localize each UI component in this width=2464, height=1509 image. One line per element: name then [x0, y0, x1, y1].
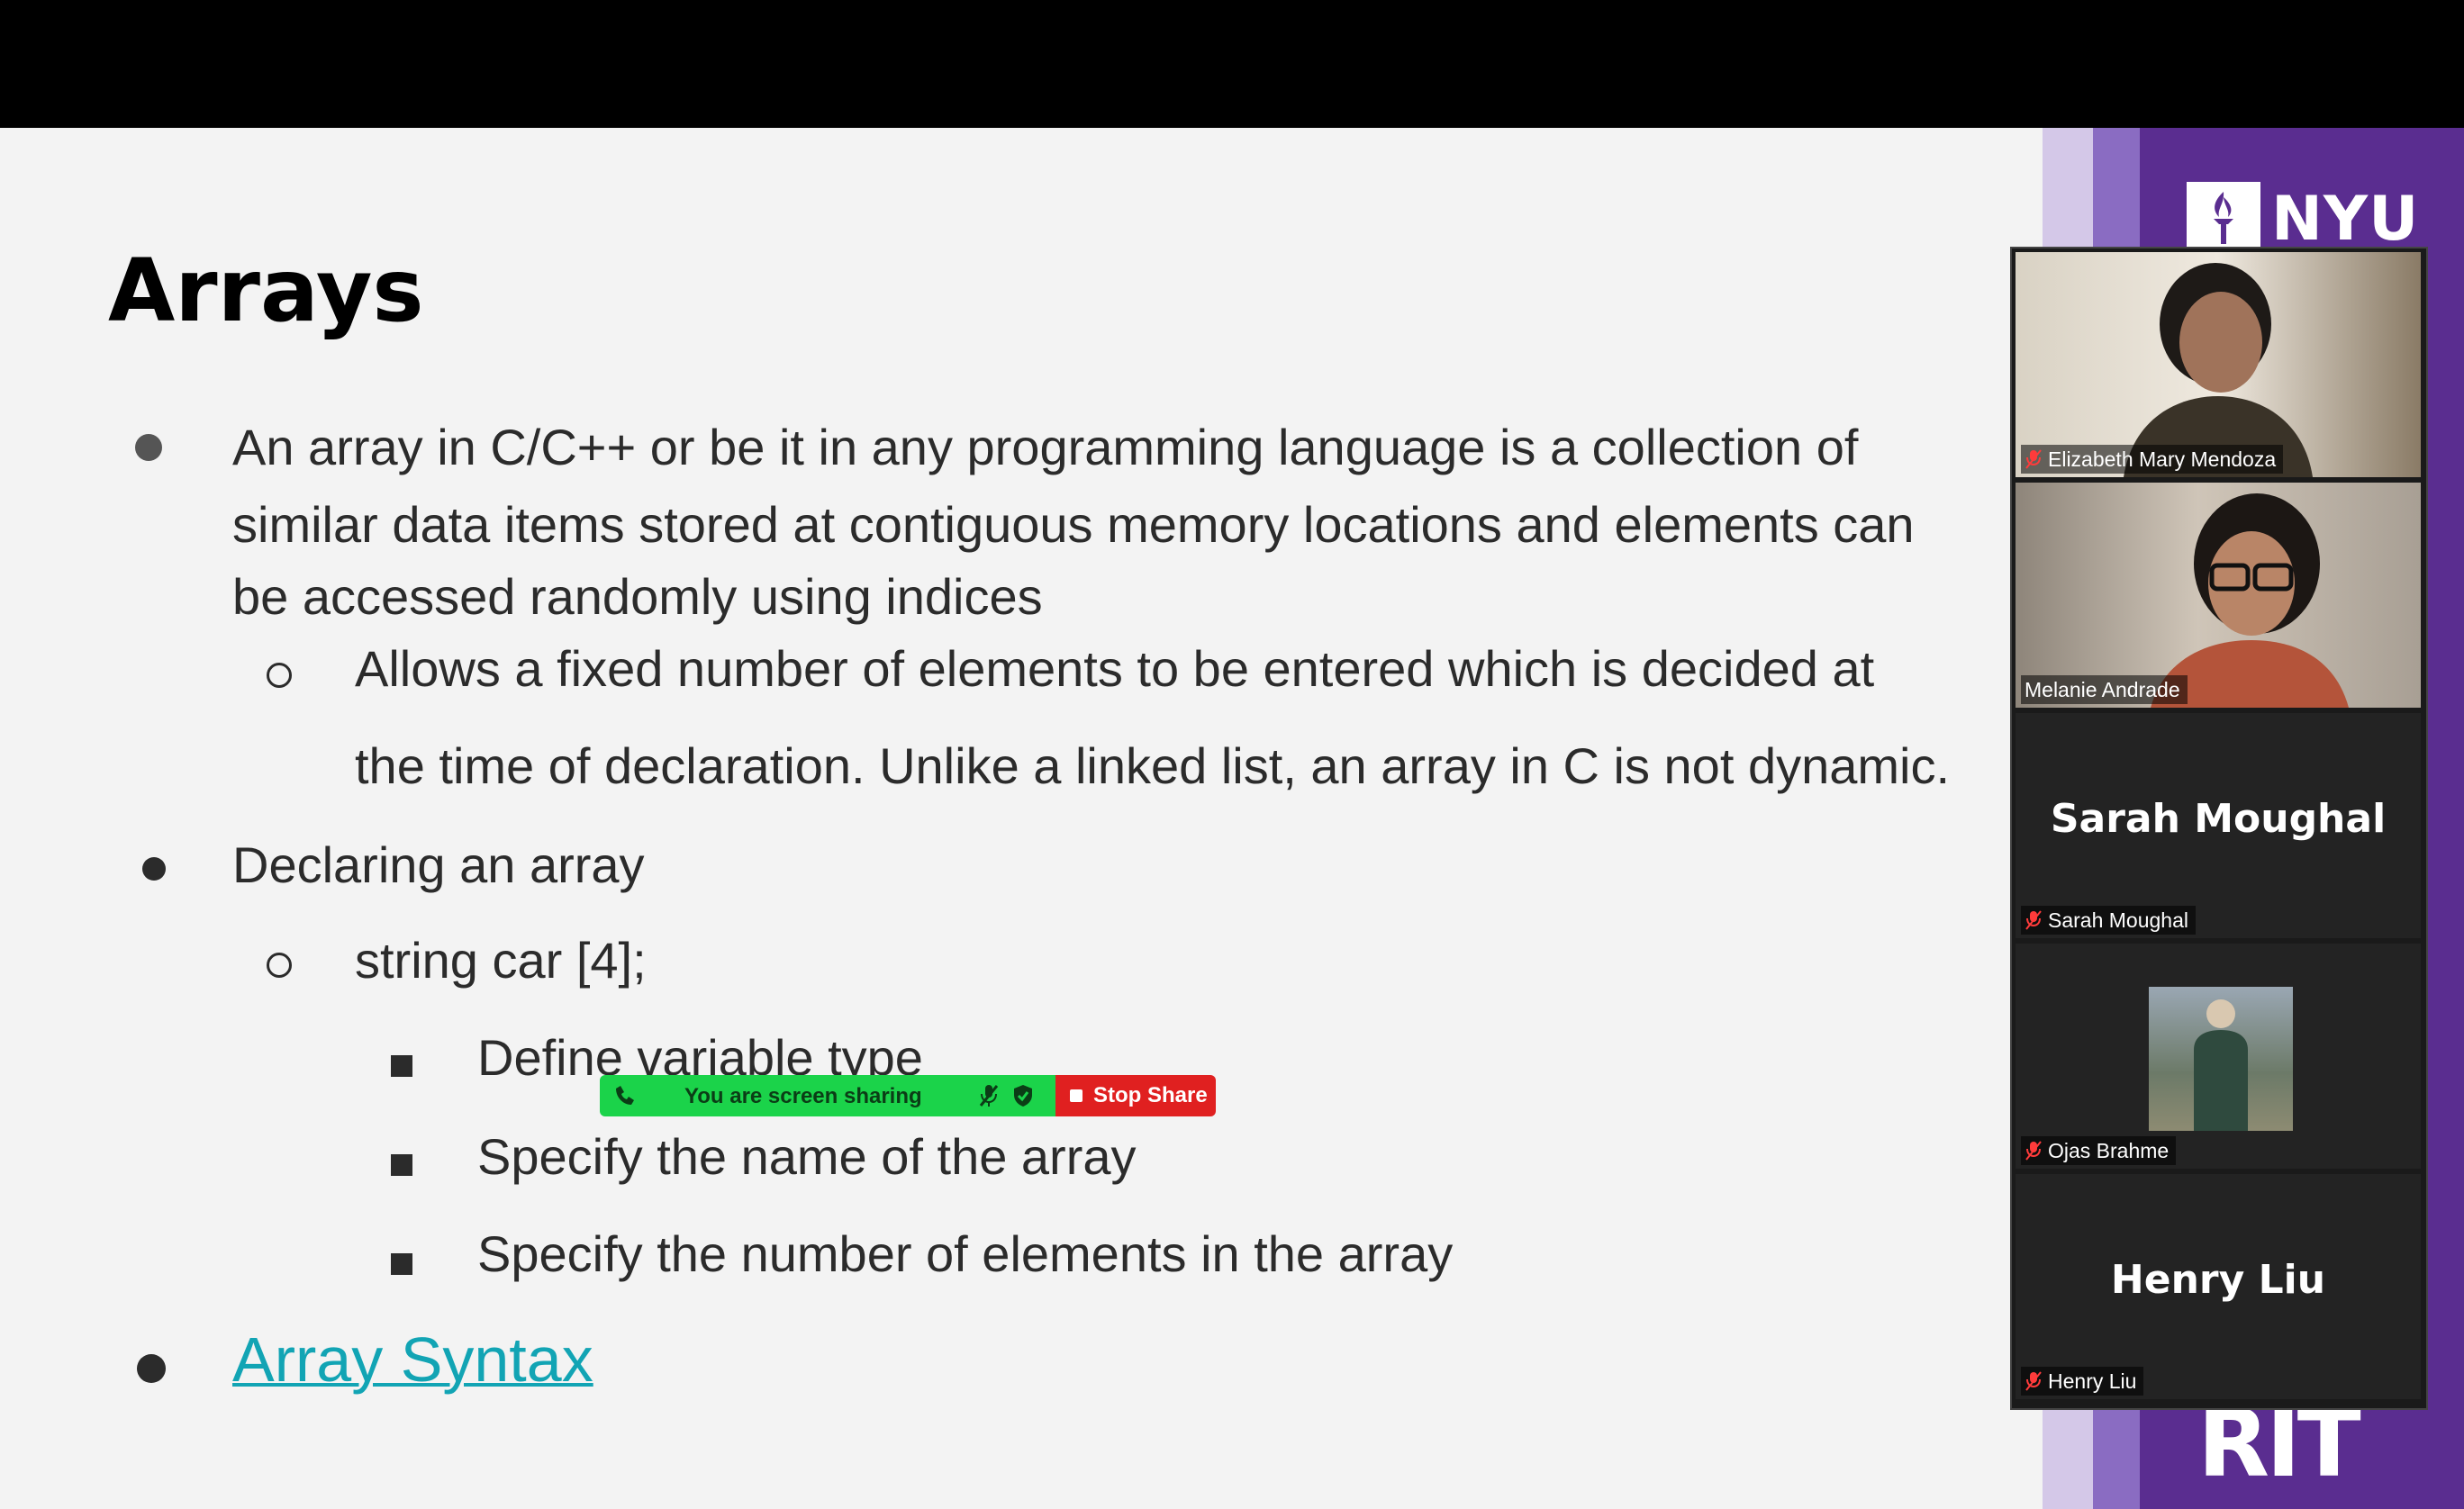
- stop-share-button[interactable]: Stop Share: [1055, 1075, 1216, 1116]
- shield-icon[interactable]: [1012, 1083, 1034, 1113]
- participant-name-tag: Melanie Andrade: [2021, 675, 2188, 704]
- phone-icon: [612, 1083, 636, 1113]
- nyu-logo: NYU: [2187, 182, 2419, 256]
- participant-tile[interactable]: Henry Liu Henry Liu: [2016, 1174, 2421, 1399]
- sub1-line1: Allows a fixed number of elements to be …: [355, 640, 1875, 697]
- participant-video: [2016, 252, 2421, 477]
- participant-name: Sarah Moughal: [2048, 908, 2188, 932]
- bullet-square: [391, 1253, 412, 1275]
- sub1-line2: the time of declaration. Unlike a linked…: [355, 737, 1951, 794]
- bullet-square: [391, 1154, 412, 1176]
- participant-name: Melanie Andrade: [2025, 677, 2180, 701]
- participant-video: [2016, 483, 2421, 708]
- screen-share-bar: You are screen sharing Stop Share: [600, 1075, 1216, 1116]
- share-status-area[interactable]: You are screen sharing: [600, 1075, 1055, 1116]
- muted-mic-icon: [2025, 449, 2042, 469]
- participant-name-tag: Henry Liu: [2021, 1367, 2144, 1396]
- share-status-text: You are screen sharing: [684, 1084, 922, 1108]
- subsub-item-3: Specify the number of elements in the ar…: [477, 1225, 1454, 1282]
- nyu-torch-icon: [2187, 182, 2260, 256]
- muted-mic-icon: [2025, 910, 2042, 930]
- participant-tile-active-speaker[interactable]: Melanie Andrade: [2016, 483, 2421, 708]
- subsub-item-2: Specify the name of the array: [477, 1128, 1137, 1185]
- participant-big-name: Henry Liu: [2110, 1257, 2326, 1303]
- participant-name-tag: Elizabeth Mary Mendoza: [2021, 445, 2284, 474]
- participant-tile[interactable]: Sarah Moughal Sarah Moughal: [2016, 713, 2421, 938]
- array-syntax-link[interactable]: Array Syntax: [232, 1324, 593, 1396]
- participant-name: Elizabeth Mary Mendoza: [2048, 447, 2277, 471]
- stop-icon: [1070, 1089, 1083, 1102]
- bullet-circle: [267, 663, 292, 688]
- muted-mic-icon[interactable]: [978, 1083, 1000, 1113]
- bullet-dot: [135, 434, 162, 461]
- sub2-text: string car [4];: [355, 932, 647, 989]
- bullet-dot: [137, 1354, 166, 1383]
- participant-name-tag: Ojas Brahme: [2021, 1136, 2177, 1165]
- participant-tile[interactable]: Elizabeth Mary Mendoza: [2016, 252, 2421, 477]
- muted-mic-icon: [2025, 1371, 2042, 1391]
- participant-big-name: Sarah Moughal: [2050, 796, 2387, 842]
- participant-name: Ojas Brahme: [2048, 1138, 2170, 1162]
- bullet-square: [391, 1055, 412, 1077]
- bullet-dot: [142, 857, 166, 881]
- bullet1-line3: be accessed randomly using indices: [232, 568, 1043, 625]
- bullet-circle: [267, 953, 292, 978]
- bullet2-text: Declaring an array: [232, 836, 645, 893]
- top-black-bar: [0, 0, 2464, 128]
- participant-tile[interactable]: Ojas Brahme: [2016, 944, 2421, 1169]
- stop-share-label: Stop Share: [1093, 1083, 1208, 1107]
- bullet1-line2: similar data items stored at contiguous …: [232, 496, 1915, 553]
- participant-gallery: Elizabeth Mary Mendoza Melanie Andrade S…: [2010, 247, 2428, 1410]
- participant-avatar-photo: [2149, 987, 2293, 1131]
- slide-title: Arrays: [108, 240, 424, 341]
- participant-name: Henry Liu: [2048, 1369, 2137, 1393]
- nyu-logo-text: NYU: [2271, 183, 2420, 255]
- participant-name-tag: Sarah Moughal: [2021, 906, 2196, 935]
- muted-mic-icon: [2025, 1141, 2042, 1161]
- bullet1-line1: An array in C/C++ or be it in any progra…: [232, 419, 1859, 475]
